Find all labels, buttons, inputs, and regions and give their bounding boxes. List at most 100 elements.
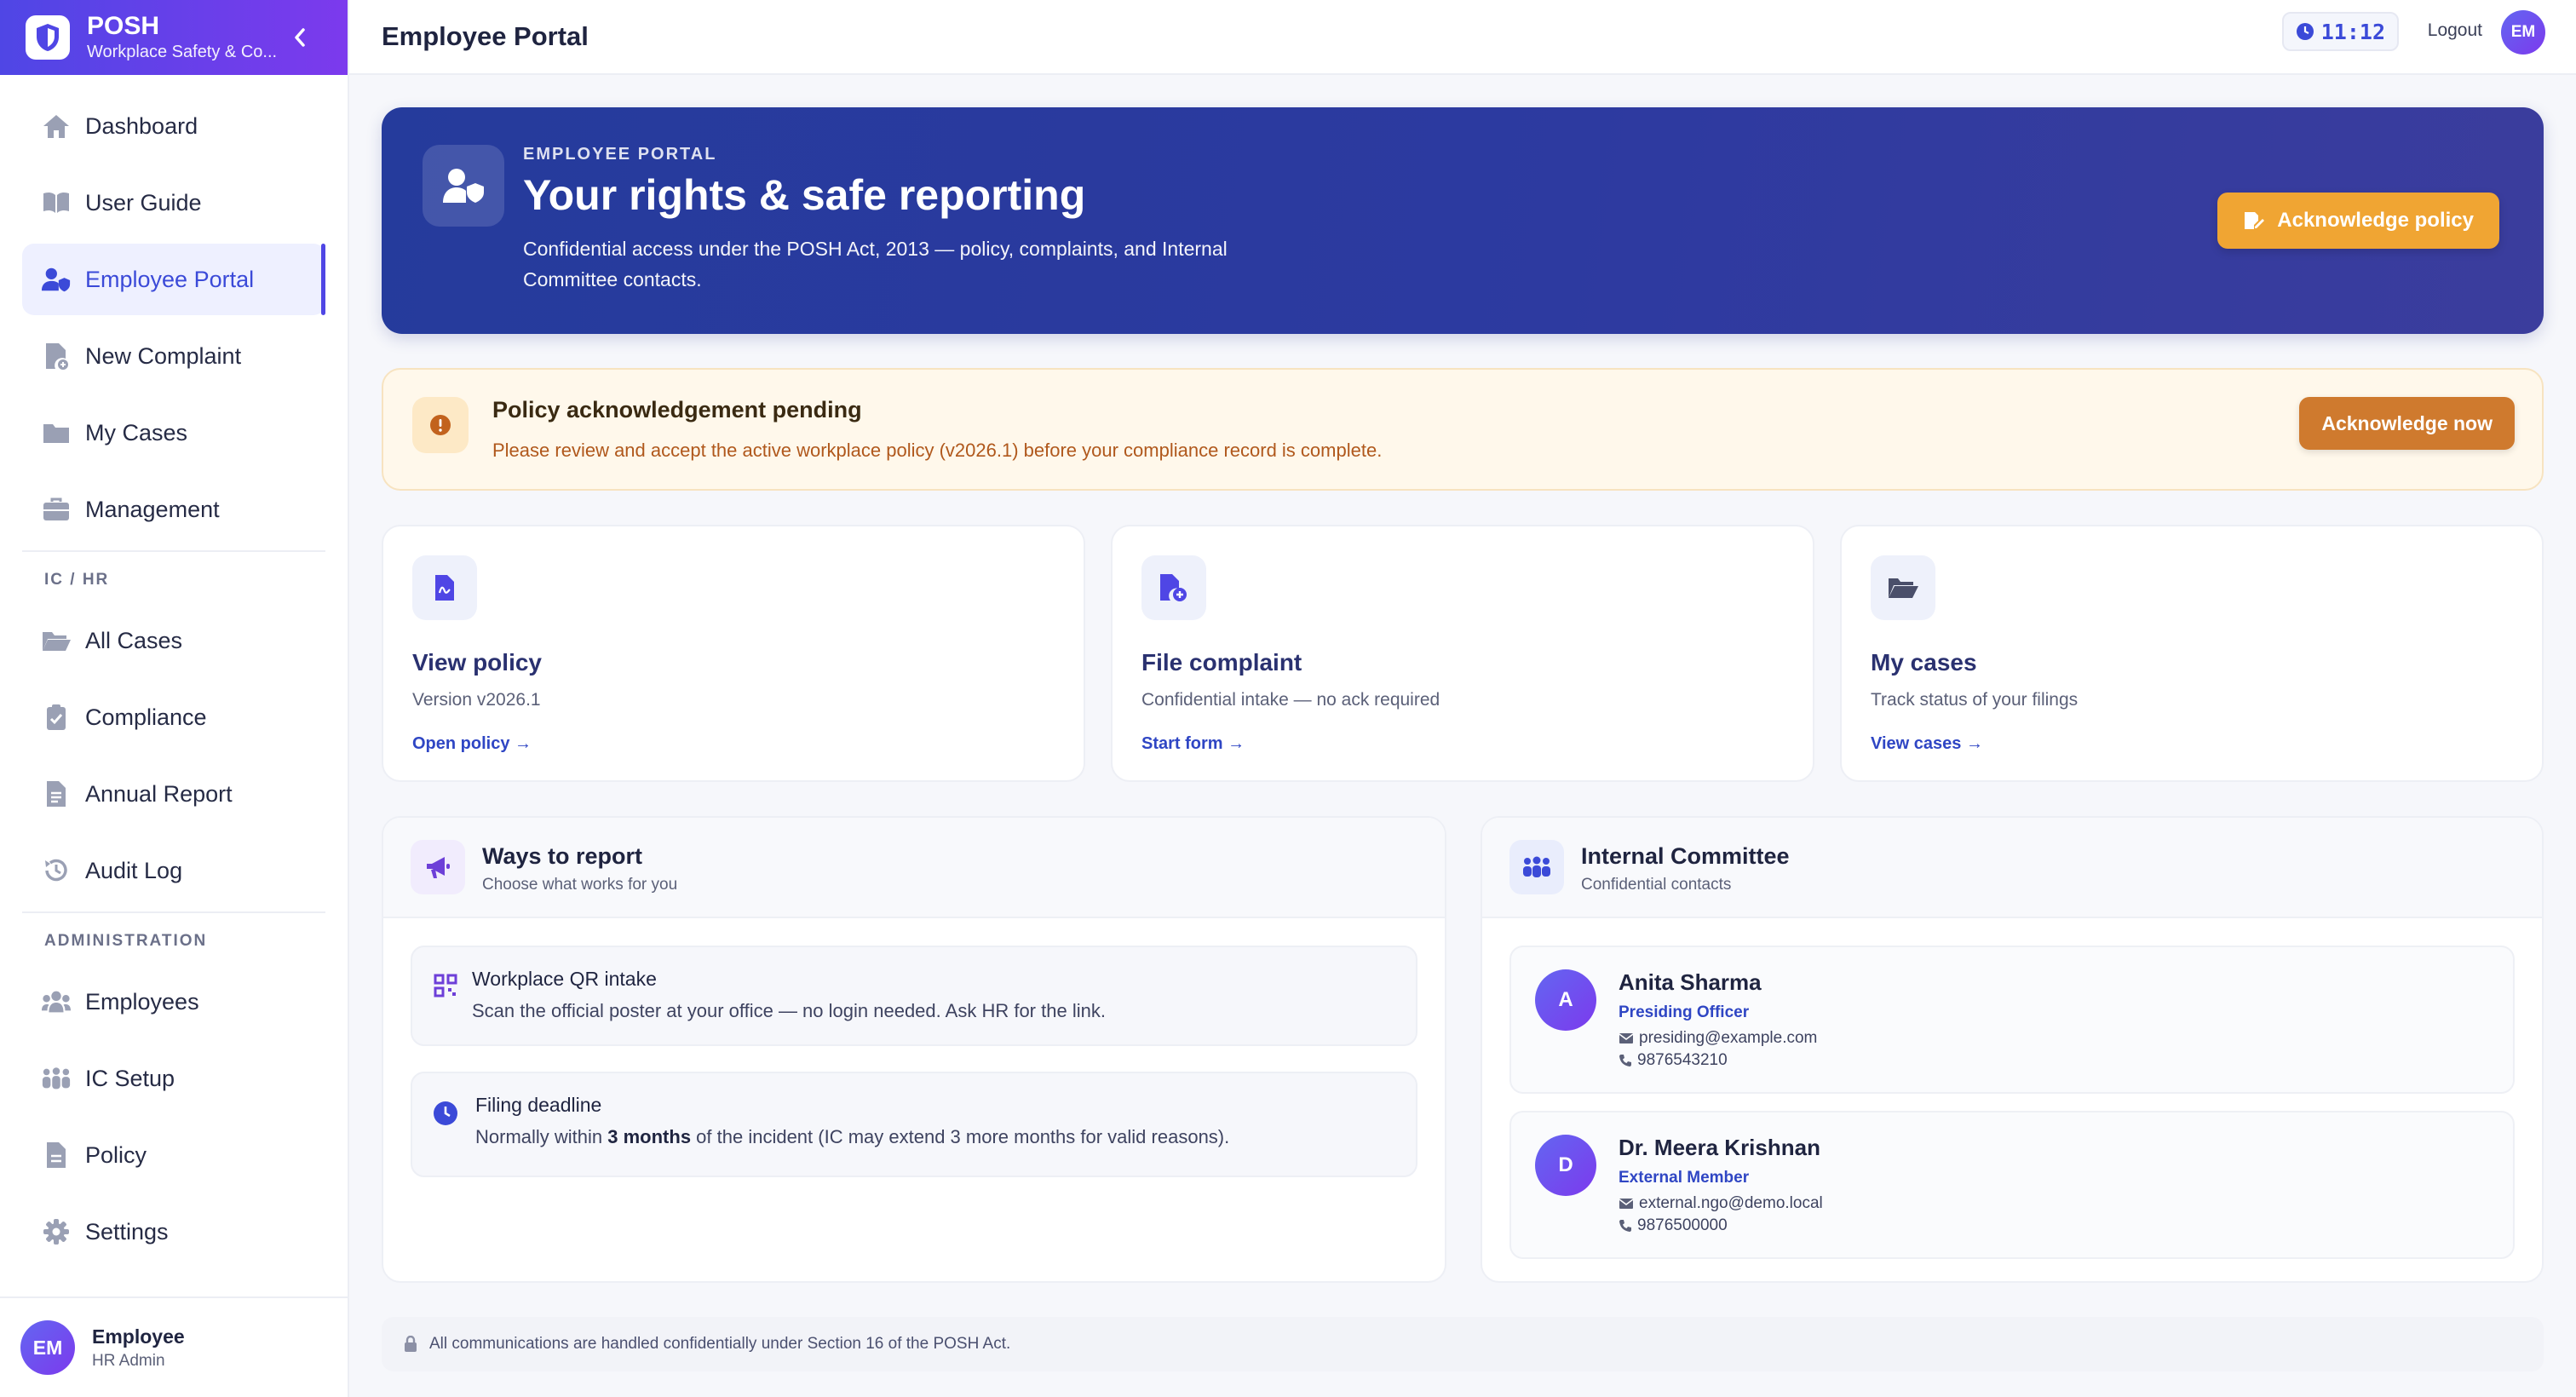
sidebar-item-employees[interactable]: Employees (22, 966, 325, 1038)
view-policy-card[interactable]: View policy Version v2026.1 Open policy … (382, 525, 1085, 782)
ways-to-report-panel: Ways to report Choose what works for you… (382, 816, 1446, 1283)
view-cases-link[interactable]: View cases → (1871, 734, 1983, 754)
users-icon (41, 986, 72, 1017)
sidebar-item-settings[interactable]: Settings (22, 1196, 325, 1268)
sidebar-item-label: Compliance (85, 704, 207, 730)
app-subtitle: Workplace Safety & Co... (87, 43, 278, 61)
clock-icon (433, 1101, 458, 1126)
hero-description: Confidential access under the POSH Act, … (523, 238, 1228, 290)
open-policy-link[interactable]: Open policy → (412, 734, 532, 754)
avatar: A (1535, 969, 1596, 1031)
hero-title: Your rights & safe reporting (523, 171, 1086, 219)
user-role: HR Admin (92, 1351, 165, 1370)
page-title: Employee Portal (382, 21, 589, 51)
avatar: D (1535, 1135, 1596, 1196)
sidebar-item-label: User Guide (85, 189, 202, 216)
member-phone[interactable]: 9876500000 (1619, 1216, 1728, 1235)
sidebar-user-profile[interactable]: EM Employee HR Admin (0, 1296, 349, 1397)
sidebar-item-all-cases[interactable]: All Cases (22, 605, 325, 676)
info-title: Workplace QR intake (472, 968, 657, 990)
member-email[interactable]: presiding@example.com (1619, 1029, 1817, 1048)
signature-icon (2243, 210, 2265, 231)
logout-link[interactable]: Logout (2428, 20, 2482, 41)
sidebar-item-label: Employee Portal (85, 266, 255, 292)
card-subtitle: Confidential intake — no ack required (1141, 690, 1440, 710)
lock-icon (404, 1336, 417, 1353)
gear-icon (41, 1216, 72, 1247)
member-name: Dr. Meera Krishnan (1619, 1135, 1820, 1160)
sidebar-item-annual-report[interactable]: Annual Report (22, 758, 325, 830)
internal-committee-panel: Internal Committee Confidential contacts… (1481, 816, 2544, 1283)
acknowledge-policy-button[interactable]: Acknowledge policy (2217, 193, 2499, 249)
info-title: Filing deadline (475, 1094, 602, 1116)
sidebar-item-label: My Cases (85, 419, 188, 446)
card-title: File complaint (1141, 649, 1302, 676)
member-role: Presiding Officer (1619, 1003, 1750, 1021)
folder-open-icon (1871, 555, 1935, 620)
folder-open-icon (41, 625, 72, 656)
sidebar-item-user-guide[interactable]: User Guide (22, 167, 325, 239)
sidebar-divider (22, 550, 325, 552)
sidebar-item-compliance[interactable]: Compliance (22, 681, 325, 753)
qr-intake-box: Workplace QR intake Scan the official po… (411, 946, 1417, 1046)
file-text-icon (41, 779, 72, 809)
member-role: External Member (1619, 1169, 1750, 1187)
sidebar-item-management[interactable]: Management (22, 474, 325, 545)
sidebar-item-label: All Cases (85, 627, 183, 653)
sidebar-item-label: New Complaint (85, 342, 242, 369)
alert-title: Policy acknowledgement pending (492, 397, 862, 423)
sidebar-divider (22, 911, 325, 913)
start-form-link[interactable]: Start form → (1141, 734, 1245, 754)
sidebar: POSH Workplace Safety & Co... Dashboard … (0, 0, 349, 1397)
shield-logo-icon (26, 15, 70, 60)
sidebar-item-audit-log[interactable]: Audit Log (22, 835, 325, 906)
file-plus-icon (41, 341, 72, 371)
clipboard-check-icon (41, 702, 72, 733)
alert-message: Please review and accept the active work… (492, 440, 1383, 461)
policy-alert: Policy acknowledgement pending Please re… (382, 368, 2544, 491)
confidentiality-note: All communications are handled confident… (382, 1317, 2544, 1371)
file-complaint-card[interactable]: File complaint Confidential intake — no … (1111, 525, 1814, 782)
panel-title: Internal Committee (1581, 843, 1790, 869)
file-doc-icon (41, 1140, 72, 1170)
member-name: Anita Sharma (1619, 969, 1762, 995)
sidebar-item-employee-portal[interactable]: Employee Portal (22, 244, 325, 315)
user-shield-icon (41, 264, 72, 295)
sidebar-item-dashboard[interactable]: Dashboard (22, 90, 325, 162)
committee-member-card: D Dr. Meera Krishnan External Member ext… (1509, 1111, 2515, 1259)
sidebar-item-my-cases[interactable]: My Cases (22, 397, 325, 469)
info-text: Scan the official poster at your office … (472, 1000, 1106, 1021)
sidebar-item-label: Annual Report (85, 780, 233, 807)
phone-icon (1619, 1220, 1631, 1232)
acknowledge-now-button[interactable]: Acknowledge now (2299, 397, 2515, 450)
member-email[interactable]: external.ngo@demo.local (1619, 1194, 1823, 1213)
people-group-icon (1509, 840, 1564, 894)
sidebar-item-ic-setup[interactable]: IC Setup (22, 1043, 325, 1114)
filing-deadline-box: Filing deadline Normally within 3 months… (411, 1072, 1417, 1177)
policy-doc-icon (412, 555, 477, 620)
collapse-chevron-icon[interactable] (285, 22, 315, 53)
folder-icon (41, 417, 72, 448)
sidebar-item-label: Dashboard (85, 112, 198, 139)
phone-icon (1619, 1055, 1631, 1066)
section-label-administration: ADMINISTRATION (44, 932, 208, 950)
topbar: Employee Portal 11:12 Logout EM (349, 0, 2576, 75)
qr-icon (433, 973, 458, 998)
clock-time: 11:12 (2320, 19, 2385, 44)
hero-banner: EMPLOYEE PORTAL Your rights & safe repor… (382, 107, 2544, 334)
session-clock: 11:12 (2281, 12, 2399, 51)
avatar[interactable]: EM (2501, 10, 2545, 55)
megaphone-icon (411, 840, 465, 894)
member-phone[interactable]: 9876543210 (1619, 1051, 1728, 1070)
my-cases-card[interactable]: My cases Track status of your filings Vi… (1840, 525, 2544, 782)
sidebar-item-label: Employees (85, 988, 199, 1015)
card-subtitle: Track status of your filings (1871, 690, 2079, 710)
sidebar-item-policy[interactable]: Policy (22, 1119, 325, 1191)
clock-icon (2296, 22, 2314, 41)
sidebar-item-new-complaint[interactable]: New Complaint (22, 320, 325, 392)
button-label: Acknowledge policy (2277, 209, 2474, 232)
file-add-icon (1141, 555, 1206, 620)
note-text: All communications are handled confident… (429, 1335, 1011, 1353)
user-shield-icon (423, 145, 504, 227)
mail-icon (1619, 1033, 1634, 1043)
